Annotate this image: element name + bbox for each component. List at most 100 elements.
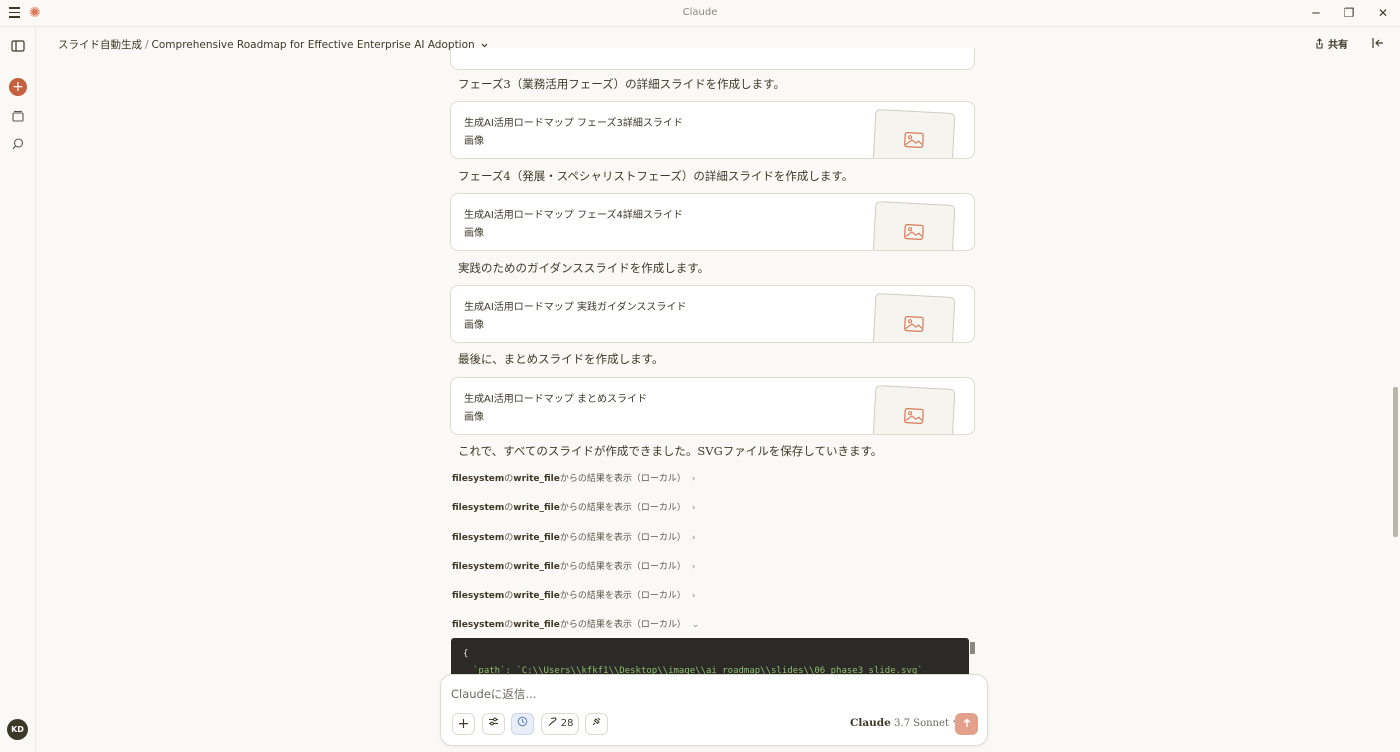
integrations-button[interactable]	[585, 713, 608, 735]
tool-result-label: からの結果を表示（ローカル）	[559, 620, 686, 630]
artifact-title: 生成AI活用ロードマップ フェーズ3詳細スライド	[464, 118, 683, 129]
tool-result-label: からの結果を表示（ローカル）	[559, 591, 686, 601]
minimize-button[interactable]: ─	[1301, 3, 1331, 23]
extended-thinking-button[interactable]	[511, 713, 534, 735]
tool-connector: の	[504, 533, 514, 543]
breadcrumb: スライド自動生成 / Comprehensive Roadmap for Effec…	[58, 37, 489, 52]
tool-result-label: からの結果を表示（ローカル）	[559, 533, 686, 543]
artifact-thumbnail	[872, 384, 956, 434]
assistant-text: フェーズ4（発展・スペシャリストフェーズ）の詳細スライドを作成します。	[458, 169, 854, 183]
image-icon	[904, 408, 924, 424]
plug-icon	[592, 717, 601, 726]
settings-sliders-button[interactable]	[482, 713, 505, 735]
sliders-icon	[489, 717, 498, 726]
tool-result-label: からの結果を表示（ローカル）	[559, 503, 686, 513]
assistant-text: フェーズ3（業務活用フェーズ）の詳細スライドを作成します。	[458, 77, 786, 91]
assistant-final-text: これで、すべてのスライドが作成できました。SVGファイルを保存していきます。	[458, 444, 883, 458]
artifact-thumbnail	[872, 108, 956, 158]
tool-name: filesystem	[452, 503, 505, 513]
model-version: 3.7 Sonnet	[894, 718, 949, 729]
title-bar: ✺ Claude ─ ❐ ✕	[0, 0, 1400, 27]
image-icon	[904, 224, 924, 240]
share-button[interactable]: 共有	[1314, 36, 1348, 51]
tool-connector: の	[504, 474, 514, 484]
artifact-card[interactable]: 生成AI活用ロードマップ 実践ガイダンススライド 画像	[450, 285, 975, 343]
artifact-card[interactable]: 生成AI活用ロードマップ フェーズ3詳細スライド 画像	[450, 101, 975, 159]
tool-connector: の	[504, 620, 514, 630]
tool-function: write_file	[513, 533, 560, 543]
share-icon	[1316, 38, 1323, 49]
collapse-panel-icon[interactable]	[1371, 36, 1385, 50]
code-scrollbar[interactable]	[970, 642, 975, 654]
chevron-right-icon: ›	[691, 503, 696, 513]
window-title: Claude	[682, 7, 718, 18]
previous-artifact-card[interactable]	[450, 48, 975, 70]
tool-function: write_file	[513, 591, 560, 601]
share-label: 共有	[1328, 40, 1348, 51]
breadcrumb-separator: /	[145, 39, 149, 51]
hammer-icon	[548, 717, 557, 726]
artifact-type: 画像	[464, 320, 484, 331]
artifact-title: 生成AI活用ロードマップ フェーズ4詳細スライド	[464, 210, 683, 221]
tool-result-toggle[interactable]: filesystemのwrite_fileからの結果を表示（ローカル） ›	[452, 530, 695, 543]
code-line: {	[463, 649, 469, 659]
tool-connector: の	[504, 562, 514, 572]
send-button[interactable]	[955, 713, 978, 735]
tool-result-toggle[interactable]: filesystemのwrite_fileからの結果を表示（ローカル） ›	[452, 588, 695, 601]
assistant-text: 実践のためのガイダンススライドを作成します。	[458, 261, 710, 275]
chat-scrollbar-thumb[interactable]	[1393, 387, 1398, 537]
tool-function: write_file	[513, 503, 560, 513]
tool-function: write_file	[513, 620, 560, 630]
tools-count: 28	[560, 718, 574, 729]
model-name: Claude	[850, 717, 891, 729]
chevron-down-icon: ⌄	[691, 620, 700, 630]
tool-result-label: からの結果を表示（ローカル）	[559, 562, 686, 572]
clock-icon	[517, 716, 528, 727]
artifact-type: 画像	[464, 412, 484, 423]
tool-name: filesystem	[452, 474, 505, 484]
tool-name: filesystem	[452, 591, 505, 601]
artifact-title: 生成AI活用ロードマップ 実践ガイダンススライド	[464, 302, 687, 313]
user-avatar[interactable]: KD	[7, 719, 28, 740]
chevron-right-icon: ›	[691, 562, 696, 572]
image-icon	[904, 132, 924, 148]
code-block: { `path`: `C:\\Users\\kfkf1\\Desktop\\im…	[451, 638, 969, 678]
tool-name: filesystem	[452, 533, 505, 543]
assistant-text: 最後に、まとめスライドを作成します。	[458, 352, 664, 366]
chat-title[interactable]: Comprehensive Roadmap for Effective Ente…	[152, 39, 475, 51]
artifact-card[interactable]: 生成AI活用ロードマップ フェーズ4詳細スライド 画像	[450, 193, 975, 251]
sidebar-toggle-icon[interactable]	[9, 37, 27, 55]
artifact-type: 画像	[464, 228, 484, 239]
left-rail: + KD	[0, 27, 36, 752]
tool-result-toggle[interactable]: filesystemのwrite_fileからの結果を表示（ローカル） ›	[452, 471, 695, 484]
maximize-button[interactable]: ❐	[1334, 3, 1364, 23]
project-link[interactable]: スライド自動生成	[58, 39, 142, 51]
tool-connector: の	[504, 591, 514, 601]
tool-name: filesystem	[452, 620, 505, 630]
reply-input[interactable]	[451, 687, 971, 701]
close-window-button[interactable]: ✕	[1368, 3, 1398, 23]
artifact-thumbnail	[872, 200, 956, 250]
new-chat-button[interactable]: +	[9, 78, 27, 96]
artifact-card[interactable]: 生成AI活用ロードマップ まとめスライド 画像	[450, 377, 975, 435]
search-icon[interactable]	[9, 135, 27, 153]
chevron-right-icon: ›	[691, 533, 696, 543]
tool-result-toggle-expanded[interactable]: filesystemのwrite_fileからの結果を表示（ローカル） ⌄	[452, 617, 699, 630]
model-selector[interactable]: Claude 3.7 Sonnet	[850, 717, 960, 729]
attach-button[interactable]: +	[452, 713, 475, 735]
message-composer: + 28 Claude 3.7 Sonnet	[440, 674, 988, 746]
tool-function: write_file	[513, 562, 560, 572]
projects-icon[interactable]	[9, 107, 27, 125]
tool-function: write_file	[513, 474, 560, 484]
tools-button[interactable]: 28	[541, 713, 579, 735]
artifact-type: 画像	[464, 136, 484, 147]
artifact-title: 生成AI活用ロードマップ まとめスライド	[464, 394, 647, 405]
artifact-thumbnail	[872, 292, 956, 342]
tool-result-toggle[interactable]: filesystemのwrite_fileからの結果を表示（ローカル） ›	[452, 559, 695, 572]
arrow-up-icon	[963, 718, 970, 727]
tool-name: filesystem	[452, 562, 505, 572]
tool-result-label: からの結果を表示（ローカル）	[559, 474, 686, 484]
tool-connector: の	[504, 503, 514, 513]
tool-result-toggle[interactable]: filesystemのwrite_fileからの結果を表示（ローカル） ›	[452, 500, 695, 513]
image-icon	[904, 316, 924, 332]
